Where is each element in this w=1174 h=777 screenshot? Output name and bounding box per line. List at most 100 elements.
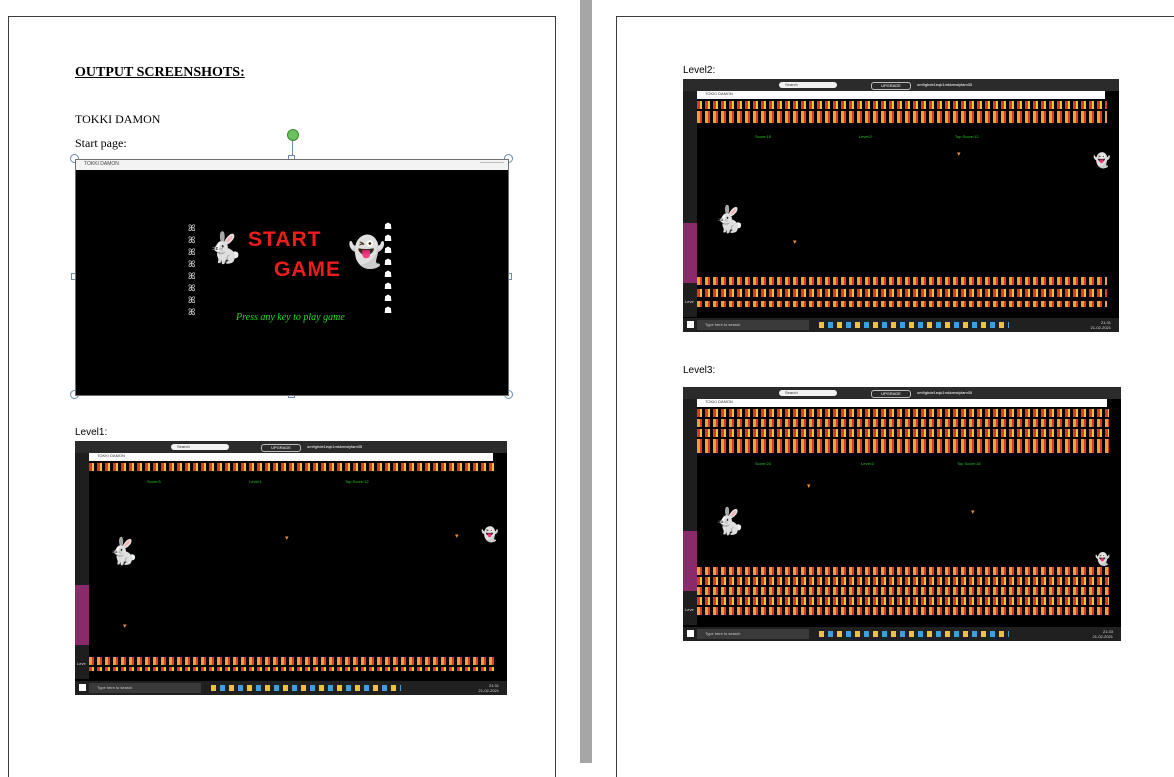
ghost-icon: 👻 — [481, 528, 499, 543]
page-gap — [556, 0, 580, 763]
enemy-row — [697, 607, 1109, 615]
section-heading: OUTPUT SCREENSHOTS: — [75, 65, 245, 80]
windows-start-icon[interactable] — [687, 321, 694, 328]
account-name: om9ghde1eqk1mkkmwlyfam05 — [917, 82, 973, 87]
top-score-text: Top Score:12 — [345, 479, 369, 484]
top-score-text: Top Score:18 — [957, 461, 981, 466]
document-page-left: OUTPUT SCREENSHOTS: TOKKI DAMON Start pa… — [8, 16, 556, 777]
taskbar-search[interactable]: Type here to search — [89, 683, 201, 693]
game-window-title: TOKKI DAMON — [705, 399, 733, 404]
enemy-row — [697, 567, 1109, 575]
taskbar-clock: 21:33 21-02-2021 — [1093, 629, 1113, 639]
app-sidebar: Leve — [75, 453, 89, 679]
level1-screenshot[interactable]: Search UPGRADE om9ghde1eqk1mkkmwlyfam05 … — [75, 441, 507, 695]
app-sidebar: Leve — [683, 91, 697, 317]
start-window-title: TOKKI DAMON — [84, 161, 119, 167]
taskbar-search[interactable]: Type here to search — [697, 320, 809, 330]
start-window-titlebar: TOKKI DAMON — [76, 160, 508, 170]
level-text: Level:2 — [859, 134, 872, 139]
upgrade-button[interactable]: UPGRADE — [871, 390, 911, 398]
rotate-handle[interactable] — [287, 129, 299, 141]
level2-screenshot[interactable]: Search UPGRADE om9ghde1eqk1mkkmwlyfam05 … — [683, 79, 1119, 332]
carrot-icon: ▾ — [957, 150, 961, 158]
enemy-row — [697, 597, 1109, 605]
page-gap-right — [592, 0, 615, 763]
ghost-column-icon: ☗ ☗ ☗ ☗ ☗ ☗ ☗ ☗ — [384, 221, 393, 315]
enemy-row — [697, 577, 1109, 585]
bunny-icon: 🐇 — [713, 507, 746, 536]
game-window-titlebar: TOKKI DAMON — [697, 91, 1105, 99]
browser-search[interactable]: Search — [779, 82, 837, 88]
enemy-row — [89, 657, 495, 665]
press-key-prompt: Press any key to play game — [236, 312, 345, 323]
ghost-icon: 👻 — [1093, 154, 1111, 169]
carrot-icon: ▾ — [455, 532, 459, 540]
enemy-row — [697, 277, 1107, 285]
enemy-row — [89, 463, 495, 471]
browser-topbar: Search UPGRADE om9ghde1eqk1mkkmwlyfam05 — [683, 387, 1121, 399]
taskbar-app-icons[interactable] — [819, 631, 1009, 637]
level3-screenshot[interactable]: Search UPGRADE om9ghde1eqk1mkkmwlyfam05 … — [683, 387, 1121, 641]
carrot-icon: ▾ — [793, 238, 797, 246]
top-score-text: Top Score:12 — [955, 134, 979, 139]
windows-taskbar: Type here to search 21:31 21-02-2021 — [75, 681, 507, 695]
app-sidebar: Leve — [683, 399, 697, 625]
enemy-row — [697, 101, 1107, 109]
sidebar-highlight — [75, 585, 89, 645]
sidebar-highlight — [683, 223, 697, 283]
sidebar-level-label: Leve — [77, 661, 86, 666]
enemy-row — [697, 301, 1107, 307]
ghost-icon: 👻 — [1095, 552, 1110, 566]
browser-topbar: Search UPGRADE om9ghde1eqk1mkkmwlyfam05 — [75, 441, 507, 453]
level-text: Level:1 — [249, 479, 262, 484]
upgrade-button[interactable]: UPGRADE — [871, 82, 911, 90]
clock-date: 21-02-2021 — [478, 688, 499, 693]
game-name-text: TOKKI DAMON — [75, 112, 161, 126]
sidebar-highlight — [683, 531, 697, 591]
sidebar-level-label: Leve — [685, 299, 694, 304]
account-name: om9ghde1eqk1mkkmwlyfam05 — [307, 444, 363, 449]
windows-start-icon[interactable] — [79, 684, 86, 691]
windows-taskbar: Type here to search 21:31 21-02-2021 — [683, 318, 1119, 332]
document-page-right: Level2: Search UPGRADE om9ghde1eqk1mkkmw… — [616, 16, 1174, 777]
level3-label: Level3: — [683, 365, 716, 376]
browser-search[interactable]: Search — [171, 444, 229, 450]
taskbar-app-icons[interactable] — [211, 685, 401, 691]
browser-topbar: Search UPGRADE om9ghde1eqk1mkkmwlyfam05 — [683, 79, 1119, 91]
enemy-row — [697, 111, 1107, 123]
account-name: om9ghde1eqk1mkkmwlyfam05 — [917, 390, 973, 395]
start-screen-image[interactable]: TOKKI DAMON ꕤꕤꕤꕤꕤꕤꕤꕤ 🐇 START GAME 👻 ☗ ☗ ☗ ☗… — [75, 159, 509, 396]
game-window-titlebar: TOKKI DAMON — [89, 453, 493, 461]
game-title: GAME — [274, 258, 341, 281]
enemy-row — [89, 667, 495, 671]
taskbar-clock: 21:31 21-02-2021 — [1091, 320, 1111, 330]
enemy-row — [697, 429, 1109, 437]
level2-label: Level2: — [683, 65, 716, 76]
bunny-icon: 🐇 — [206, 232, 244, 265]
clock-date: 21-02-2021 — [1092, 634, 1113, 639]
carrot-icon: ▾ — [807, 482, 811, 490]
taskbar-clock: 21:31 21-02-2021 — [479, 683, 499, 693]
score-text: Score:5 — [147, 479, 161, 484]
score-text: Score:20 — [755, 461, 772, 466]
level1-label: Level1: — [75, 427, 108, 438]
carrot-icon: ▾ — [285, 534, 289, 542]
start-page-label: Start page: — [75, 136, 127, 150]
windows-start-icon[interactable] — [687, 630, 694, 637]
taskbar-app-icons[interactable] — [819, 322, 1009, 328]
ghost-icon: 👻 — [348, 236, 386, 269]
game-window-title: TOKKI DAMON — [97, 453, 125, 458]
level-text: Level:3 — [861, 461, 874, 466]
carrot-icon: ▾ — [123, 622, 127, 630]
taskbar-search[interactable]: Type here to search — [697, 629, 809, 639]
enemy-row — [697, 587, 1109, 595]
page-divider — [580, 0, 592, 763]
score-text: Score:15 — [755, 134, 772, 139]
bunny-icon: 🐇 — [107, 537, 140, 566]
enemy-row — [697, 439, 1109, 453]
enemy-row — [697, 289, 1107, 297]
browser-search[interactable]: Search — [779, 390, 837, 396]
bunny-column-icon: ꕤꕤꕤꕤꕤꕤꕤꕤ — [188, 223, 196, 317]
upgrade-button[interactable]: UPGRADE — [261, 444, 301, 452]
window-controls — [480, 162, 504, 168]
